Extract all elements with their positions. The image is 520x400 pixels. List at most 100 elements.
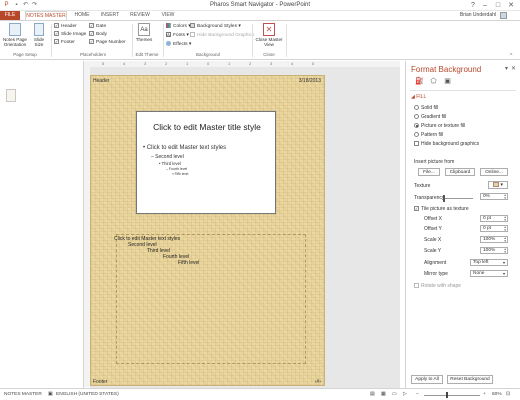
radio-selected-icon [414,123,419,129]
alignment-dropdown[interactable]: Top left ▾ [470,259,508,266]
reset-background-button[interactable]: Reset Background [447,375,493,384]
colors-dropdown[interactable]: Colors ▾ [166,23,191,30]
texture-dropdown[interactable]: ▾ [488,181,508,189]
spinner-arrows-icon[interactable]: ▴ ▾ [504,247,506,254]
spinner-arrows-icon[interactable]: ▴ ▾ [504,225,506,232]
reading-view-icon[interactable]: ▭ [392,392,397,397]
date-checkbox[interactable]: ✓ Date [89,23,106,30]
tab-insert[interactable]: INSERT [97,11,123,20]
help-icon[interactable]: ? [468,1,478,10]
hide-background-graphics-checkbox[interactable]: Hide Background Graphics [190,32,254,39]
tile-picture-label: Tile picture as texture [421,206,469,212]
mirror-type-label: Mirror type [424,271,448,277]
normal-view-icon[interactable]: ▤ [370,392,375,397]
transparency-slider-thumb[interactable] [443,195,445,202]
notes-page-orientation-button[interactable]: Notes Page Orientation [2,23,28,47]
tab-review[interactable]: REVIEW [126,11,154,20]
header-checkbox[interactable]: ✓ Header [54,23,77,30]
tab-file[interactable]: FILE [0,11,20,20]
zoom-out-icon[interactable]: – [416,392,419,397]
offset-x-field[interactable]: 0 pt ▴ ▾ [480,215,508,222]
transparency-slider[interactable] [443,198,473,199]
notes-master-page[interactable]: Header 3/18/2013 Click to edit Master ti… [90,75,325,386]
solid-fill-label: Solid fill [421,105,439,111]
file-button[interactable]: File... [418,168,440,176]
fonts-dropdown[interactable]: A Fonts ▾ [166,32,189,39]
fill-section-header[interactable]: ◢ FILL [411,94,426,100]
effects-dropdown[interactable]: Effects ▾ [166,41,191,48]
user-name[interactable]: Brian Underdahl [460,12,496,18]
notes-body-placeholder[interactable]: Click to edit Master text styles Second … [114,234,306,364]
page-number-placeholder[interactable]: ‹#› [315,379,321,385]
pane-options-icon[interactable]: ▾ [505,65,508,72]
rotate-with-shape-label: Rotate with shape [421,283,462,289]
avatar[interactable] [500,12,507,19]
checkbox-checked-icon: ✓ [54,39,59,45]
zoom-in-icon[interactable]: + [483,392,486,397]
language-icon[interactable]: ▣ [48,392,53,397]
mirror-type-dropdown[interactable]: None ▾ [470,270,508,277]
group-divider [51,24,52,57]
alignment-value: Top left [473,260,489,265]
fonts-icon: A [166,32,171,38]
checkbox-unchecked-icon [414,283,419,289]
slideshow-icon[interactable]: ▷ [403,392,407,397]
pane-close-icon[interactable]: ✕ [511,65,516,72]
scale-y-field[interactable]: 100% ▴ ▾ [480,247,508,254]
view-mode-status: NOTES MASTER [4,392,42,397]
language-status[interactable]: ENGLISH (UNITED STATES) [56,392,119,397]
zoom-level[interactable]: 60% [492,392,502,397]
themes-button[interactable]: Aa Themes [134,23,154,42]
spinner-arrows-icon[interactable]: ▴ ▾ [504,236,506,243]
apply-to-all-button[interactable]: Apply to All [411,375,443,384]
close-master-view-button[interactable]: ✕ Close Master View [255,23,283,47]
scale-y-label: Scale Y [424,248,442,254]
background-styles-dropdown[interactable]: Background Styles ▾ [190,23,241,30]
date-placeholder[interactable]: 3/18/2013 [299,78,321,84]
clipboard-button[interactable]: Clipboard [445,168,475,176]
slide-image-placeholder[interactable]: Click to edit Master title style • Click… [136,111,276,214]
transparency-field[interactable]: 0% ▴ ▾ [480,193,508,200]
solid-fill-radio[interactable]: Solid fill [414,105,438,111]
slide-size-button[interactable]: Slide Size [30,23,48,47]
footer-checkbox[interactable]: ✓ Footer [54,39,75,46]
maximize-button[interactable]: □ [493,1,503,10]
pattern-fill-radio[interactable]: Pattern fill [414,132,443,138]
hide-background-graphics-option[interactable]: Hide background graphics [414,141,479,147]
slide-image-checkbox[interactable]: ✓ Slide Image [54,31,86,38]
scale-x-field[interactable]: 100% ▴ ▾ [480,236,508,243]
picture-texture-fill-radio[interactable]: Picture or texture fill [414,123,465,129]
close-button[interactable]: ✕ [506,1,516,10]
picture-icon[interactable]: ▣ [443,77,452,86]
body-checkbox[interactable]: ✓ Body [89,31,107,38]
collapse-ribbon-icon[interactable]: ^ [510,53,512,59]
slide-level-2-text: Second level [155,154,184,160]
texture-swatch [493,182,500,188]
footer-placeholder[interactable]: Footer [93,379,107,385]
zoom-slider-thumb[interactable] [446,392,448,398]
fill-bucket-icon[interactable]: ⛽ [415,77,424,86]
page-number-checkbox[interactable]: ✓ Page Number [89,39,126,46]
slide-sorter-icon[interactable]: ▦ [381,392,386,397]
online-button[interactable]: Online... [480,168,508,176]
header-placeholder[interactable]: Header [93,78,109,84]
notes-master-thumbnail[interactable] [6,89,16,102]
offset-y-field[interactable]: 0 pt ▴ ▾ [480,225,508,232]
spinner-arrows-icon[interactable]: ▴ ▾ [504,193,506,200]
slide-level-1-text: Click to edit Master text styles [146,145,227,151]
zoom-slider[interactable] [424,395,480,396]
slide-image-checkbox-label: Slide Image [61,32,87,37]
minimize-button[interactable]: – [480,1,490,10]
ruler-tick: 3 [144,61,147,66]
gradient-fill-radio[interactable]: Gradient fill [414,114,446,120]
spinner-arrows-icon[interactable]: ▴ ▾ [504,215,506,222]
tab-notes-master[interactable]: NOTES MASTER [25,11,67,20]
tab-home[interactable]: HOME [70,11,94,20]
rotate-with-shape-checkbox[interactable]: Rotate with shape [414,283,461,289]
chevron-down-icon: ▾ [502,260,505,265]
fit-slide-icon[interactable]: ⊡ [506,392,510,397]
tab-view[interactable]: VIEW [157,11,179,20]
tile-picture-checkbox[interactable]: ✓ Tile picture as texture [414,206,469,212]
ruler-tick: 5 [312,61,315,66]
effects-pentagon-icon[interactable]: ⬠ [429,77,438,86]
